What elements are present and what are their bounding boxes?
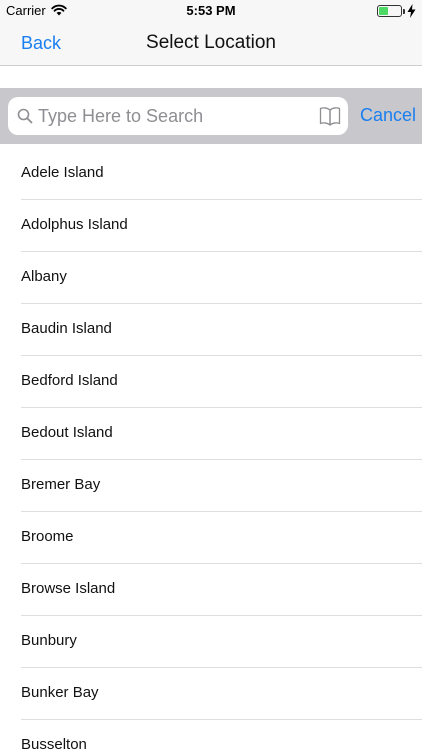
location-label: Albany	[21, 268, 67, 285]
list-item[interactable]: Busselton	[0, 720, 422, 750]
list-item[interactable]: Broome	[0, 512, 422, 564]
location-label: Bremer Bay	[21, 476, 101, 493]
status-bar: Carrier 5:53 PM	[0, 0, 422, 22]
list-item[interactable]: Adolphus Island	[0, 200, 422, 252]
bookmark-book-icon[interactable]	[319, 106, 341, 126]
location-label: Bedford Island	[21, 372, 118, 389]
location-label: Bunbury	[21, 632, 77, 649]
list-item[interactable]: Bedford Island	[0, 356, 422, 408]
search-input[interactable]	[38, 102, 318, 130]
list-item[interactable]: Adele Island	[0, 148, 422, 200]
search-field[interactable]	[8, 97, 348, 135]
battery-icon	[377, 5, 405, 17]
list-item[interactable]: Bunker Bay	[0, 668, 422, 720]
list-item[interactable]: Baudin Island	[0, 304, 422, 356]
charging-bolt-icon	[407, 4, 416, 18]
list-item[interactable]: Albany	[0, 252, 422, 304]
list-item[interactable]: Bunbury	[0, 616, 422, 668]
location-label: Browse Island	[21, 580, 116, 597]
location-label: Baudin Island	[21, 320, 112, 337]
location-label: Adolphus Island	[21, 216, 128, 233]
location-label: Adele Island	[21, 164, 104, 181]
location-label: Bedout Island	[21, 424, 113, 441]
search-icon	[17, 108, 33, 124]
location-label: Bunker Bay	[21, 684, 99, 701]
search-bar: Cancel	[0, 88, 422, 144]
location-label: Busselton	[21, 736, 87, 750]
navigation-bar: Back Select Location	[0, 22, 422, 66]
list-item[interactable]: Browse Island	[0, 564, 422, 616]
status-time: 5:53 PM	[186, 3, 236, 18]
page-title: Select Location	[146, 32, 276, 53]
battery-nub	[403, 9, 405, 14]
list-item[interactable]: Bremer Bay	[0, 460, 422, 512]
battery-level	[379, 7, 389, 15]
location-label: Broome	[21, 528, 74, 545]
cancel-button[interactable]: Cancel	[360, 105, 416, 126]
location-list: Adele Island Adolphus Island Albany Baud…	[0, 148, 422, 750]
list-item[interactable]: Bedout Island	[0, 408, 422, 460]
